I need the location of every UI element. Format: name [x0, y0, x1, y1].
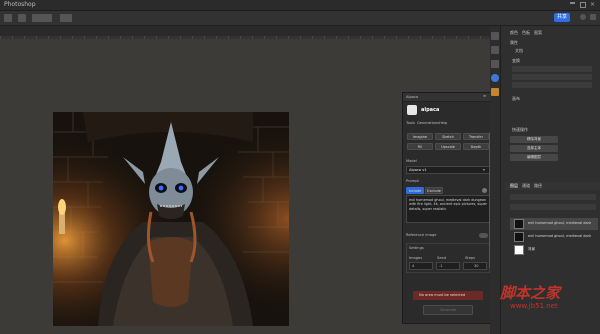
home-icon[interactable] — [4, 14, 12, 22]
tab-patterns[interactable]: 图案 — [534, 30, 542, 36]
share-button[interactable]: 共享 — [554, 13, 570, 22]
warning-text: No area must be selected — [419, 293, 466, 297]
document-tab-bar[interactable] — [0, 26, 490, 36]
generate-button[interactable]: Generate — [423, 305, 473, 315]
settings-section: Settings Images Seed Steps 4 -1 30 — [406, 243, 490, 273]
color-panel-icon[interactable] — [491, 32, 499, 40]
alpaca-plugin-panel: Alpaca ≡ alpaca Tools Generations Help I… — [402, 92, 492, 324]
prompt-label: Prompt — [406, 179, 419, 183]
skeleton-knight-image — [53, 112, 289, 326]
prompt-tab-exclude[interactable]: Exclude — [425, 187, 443, 194]
images-label: Images — [409, 256, 423, 260]
layer-name: evil homemod ghoul, medieval dark — [528, 221, 592, 225]
layer-thumbnail — [514, 219, 524, 229]
adjustments-panel-icon[interactable] — [491, 60, 499, 68]
model-label: Model — [406, 159, 417, 163]
panel-dock-icons — [490, 26, 500, 334]
selection-warning: No area must be selected — [413, 291, 483, 300]
seed-value: -1 — [439, 264, 443, 268]
quick-actions-label: 快速操作 — [512, 127, 528, 132]
opacity-field[interactable] — [60, 14, 72, 22]
layer-row[interactable]: evil homemod ghoul, medieval dark — [510, 218, 598, 230]
tool-preset-icon[interactable] — [18, 14, 26, 22]
properties-panel-icon[interactable] — [491, 46, 499, 54]
maximize-icon[interactable] — [580, 2, 586, 8]
layer-name: evil homemod ghoul, medieval dark — [528, 234, 592, 238]
layer-thumbnail — [514, 232, 524, 242]
chevron-down-icon: ▾ — [483, 168, 485, 172]
title-bar: Photoshop × — [0, 0, 600, 11]
watermark-url: www.jb51.net — [510, 302, 558, 310]
workspace-icon[interactable] — [590, 14, 596, 20]
steps-label: Steps — [465, 256, 476, 260]
panel-menu-icon[interactable]: ≡ — [483, 94, 486, 98]
remove-background-button[interactable]: 移除背景 — [510, 136, 558, 143]
layer-thumbnail — [514, 245, 524, 255]
search-icon[interactable] — [580, 14, 586, 20]
prompt-text: evil homemod ghoul, medieval dark dungeo… — [409, 198, 487, 211]
mode-fill-button[interactable]: Fill — [407, 143, 433, 150]
seed-label: Seed — [437, 256, 446, 260]
nav-help[interactable]: Help — [439, 121, 447, 125]
layer-name: 背景 — [528, 247, 535, 251]
ruler — [0, 36, 490, 39]
select-subject-button[interactable]: 选择主体 — [510, 145, 558, 152]
mode-transfer-button[interactable]: Transfer — [463, 133, 489, 140]
layers-header — [505, 182, 600, 190]
transform-label: 变换 — [512, 58, 520, 63]
mode-sketch-button[interactable]: Sketch — [435, 133, 461, 140]
mode-imagine-button[interactable]: Imagine — [407, 133, 433, 140]
seed-input[interactable]: -1 — [436, 262, 460, 270]
layer-row[interactable]: evil homemod ghoul, medieval dark — [510, 231, 598, 243]
prompt-tab-include[interactable]: Include — [406, 187, 424, 194]
alpaca-logo-icon — [407, 105, 417, 115]
plugin-panel-title: Alpaca — [406, 95, 419, 99]
layer-row[interactable]: 背景 — [510, 244, 598, 256]
properties-tab[interactable]: 属性 — [510, 40, 518, 46]
app-title: Photoshop — [4, 1, 36, 8]
mode-upscale-button[interactable]: Upscale — [435, 143, 461, 150]
reference-image-label: Reference image — [406, 233, 437, 237]
plugin-panel-icon[interactable] — [491, 74, 499, 82]
reference-toggle[interactable] — [479, 233, 488, 238]
steps-value: 30 — [474, 264, 479, 268]
settings-label: Settings — [409, 246, 424, 250]
tab-paths[interactable]: 路径 — [534, 183, 542, 189]
doc-label: 文档 — [515, 48, 523, 53]
plugin-header: Alpaca ≡ — [403, 93, 491, 102]
tab-color[interactable]: 颜色 — [510, 30, 518, 36]
edit-layer-button[interactable]: 编辑图层 — [510, 154, 558, 161]
steps-input[interactable]: 30 — [463, 262, 487, 270]
mode-depth-button[interactable]: Depth — [463, 143, 489, 150]
info-icon — [482, 188, 487, 193]
plugin-name: alpaca — [421, 107, 440, 113]
model-value: Alpaca v1 — [409, 168, 427, 172]
images-value: 4 — [412, 264, 415, 268]
close-icon[interactable]: × — [590, 2, 596, 8]
tab-layers[interactable]: 图层 — [510, 183, 518, 189]
tab-swatches[interactable]: 色板 — [522, 30, 530, 36]
transform-fields[interactable] — [512, 66, 592, 88]
libraries-panel-icon[interactable] — [491, 88, 499, 96]
nav-generations[interactable]: Generations — [417, 121, 439, 125]
layer-filter-bar[interactable] — [510, 194, 596, 200]
watermark-logo: 脚本之家 — [500, 284, 561, 302]
canvas-label: 画布 — [512, 96, 520, 101]
minimize-icon[interactable] — [570, 2, 575, 4]
mode-dropdown[interactable] — [32, 14, 52, 22]
nav-tools[interactable]: Tools — [406, 121, 415, 125]
blend-opacity-bar[interactable] — [510, 204, 596, 210]
model-select[interactable]: Alpaca v1 ▾ — [406, 166, 490, 174]
tab-channels[interactable]: 通道 — [522, 183, 530, 189]
generated-artwork[interactable] — [53, 112, 289, 326]
images-input[interactable]: 4 — [409, 262, 433, 270]
options-toolbar: 共享 — [0, 11, 600, 26]
prompt-textarea[interactable]: evil homemod ghoul, medieval dark dungeo… — [406, 195, 490, 223]
